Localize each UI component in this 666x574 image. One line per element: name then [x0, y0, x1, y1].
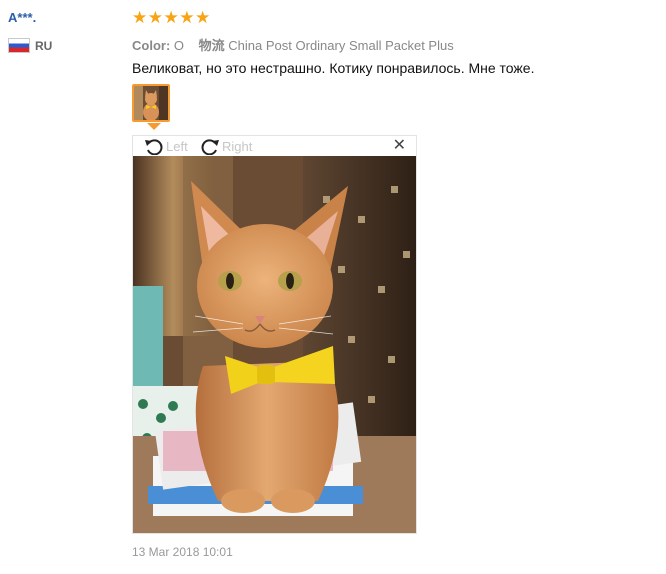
- review-photo-thumbnail[interactable]: [132, 84, 170, 122]
- product-attributes: Color: O 物流 China Post Ordinary Small Pa…: [132, 35, 465, 54]
- rotate-right-icon: [201, 139, 219, 155]
- star-icon: ★: [132, 8, 148, 27]
- thumbnail-pointer: [147, 123, 161, 130]
- star-icon: ★: [179, 8, 195, 27]
- rotate-left-label: Left: [166, 138, 188, 154]
- close-icon: ✕: [392, 137, 406, 154]
- color-value: O: [173, 38, 185, 53]
- rotate-right-label: Right: [222, 138, 253, 154]
- star-icon: ★: [195, 8, 211, 27]
- shipping-value: China Post Ordinary Small Packet Plus: [228, 38, 454, 53]
- star-rating: ★ ★ ★ ★ ★: [132, 9, 211, 27]
- star-icon: ★: [147, 8, 163, 27]
- review-text: Великоват, но это нестрашно. Котику понр…: [132, 60, 535, 76]
- cat-thumbnail-image: [134, 86, 168, 120]
- review-date: 13 Mar 2018 10:01: [132, 545, 233, 559]
- reviewer-country: RU: [8, 38, 52, 53]
- review-photo: [133, 156, 416, 533]
- shipping-label: 物流: [198, 38, 225, 53]
- rotate-right-button[interactable]: Right: [199, 137, 252, 155]
- color-label: Color:: [132, 38, 171, 53]
- rotate-left-icon: [145, 139, 163, 155]
- viewer-toolbar: Left Right ✕: [133, 136, 416, 156]
- rotate-left-button[interactable]: Left: [143, 137, 188, 155]
- reviewer-name: A***.: [8, 10, 37, 25]
- star-icon: ★: [163, 8, 179, 27]
- cat-photo-image: [133, 156, 416, 533]
- photo-viewer: Left Right ✕: [132, 135, 417, 534]
- close-viewer-button[interactable]: ✕: [393, 138, 406, 154]
- country-code: RU: [35, 38, 53, 53]
- russia-flag-icon: [8, 38, 30, 53]
